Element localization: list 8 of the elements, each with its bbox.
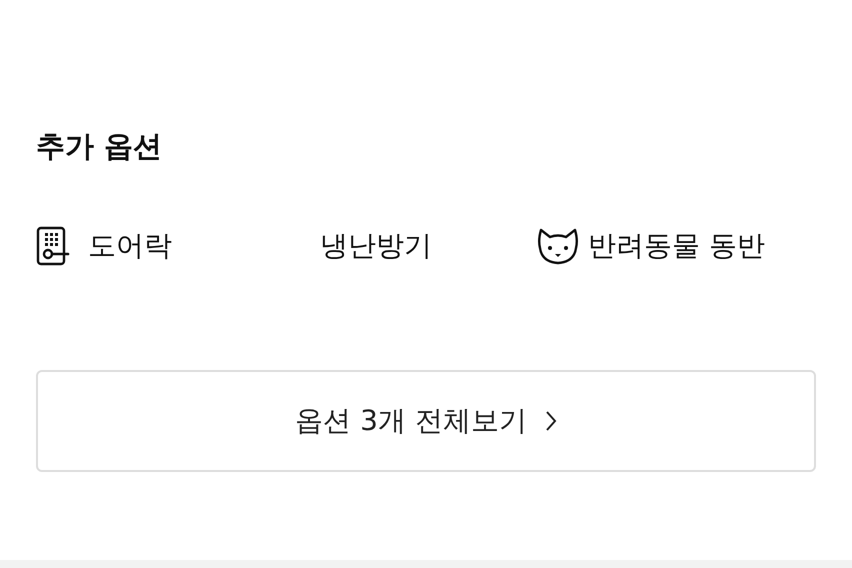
option-label: 냉난방기 xyxy=(320,228,432,264)
option-label: 반려동물 동반 xyxy=(588,228,765,264)
view-all-button[interactable]: 옵션 3개 전체보기 xyxy=(36,370,816,472)
door-lock-icon xyxy=(36,226,70,266)
option-label: 도어락 xyxy=(88,228,172,264)
chevron-right-icon xyxy=(544,409,557,433)
cat-icon xyxy=(536,226,580,266)
section-title: 추가 옵션 xyxy=(36,128,164,165)
